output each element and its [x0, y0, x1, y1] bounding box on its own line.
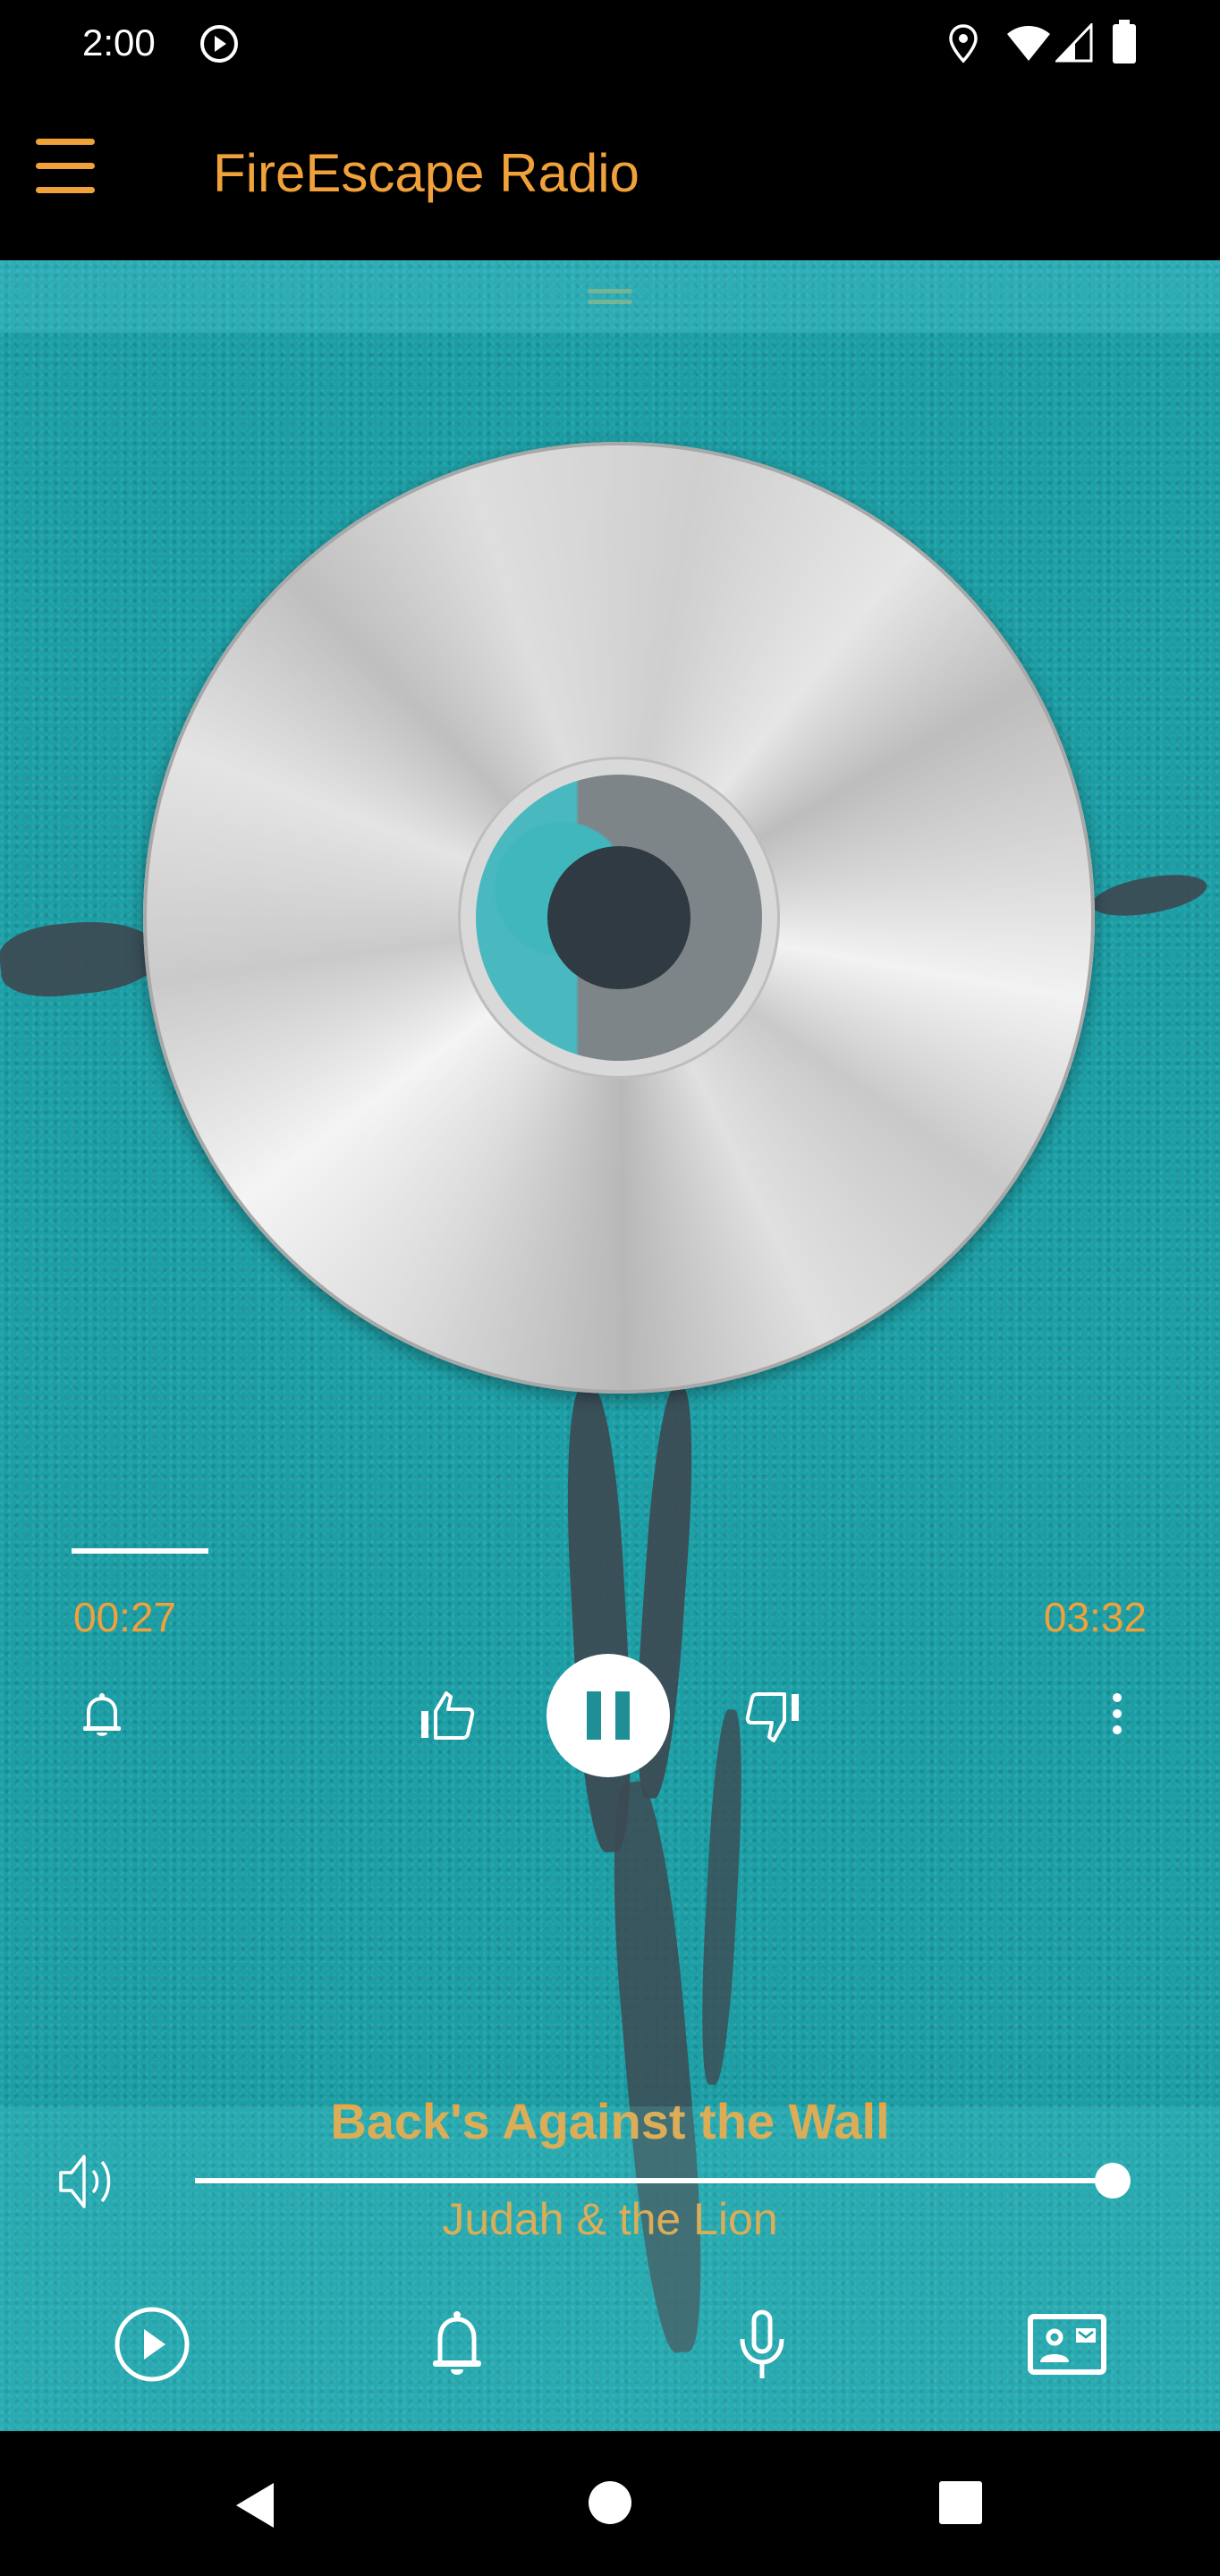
playback-progress-bar[interactable] — [72, 1548, 1148, 1554]
dislike-button[interactable] — [737, 1682, 809, 1754]
drag-handle-line — [588, 300, 632, 304]
bottom-nav-voice[interactable] — [721, 2303, 803, 2385]
home-icon[interactable] — [588, 2480, 632, 2525]
microphone-icon — [740, 2309, 784, 2378]
like-button[interactable] — [411, 1682, 483, 1747]
alarm-button[interactable] — [70, 1682, 134, 1747]
system-nav-bar — [0, 2431, 1220, 2576]
thumbs-up-icon — [421, 1691, 475, 1740]
battery-icon — [1113, 20, 1136, 64]
bottom-nav-contact[interactable] — [1026, 2303, 1108, 2385]
app-title: FireEscape Radio — [213, 143, 640, 203]
bottom-panel — [0, 2106, 1220, 2431]
drag-handle-strip[interactable] — [0, 260, 1220, 333]
elapsed-time: 00:27 — [73, 1594, 177, 1640]
overflow-menu-icon — [1113, 1693, 1122, 1734]
wall-stain — [1089, 868, 1210, 923]
pause-bar — [587, 1691, 601, 1740]
wall-stain — [0, 913, 165, 1003]
contact-card-icon — [1028, 2314, 1106, 2375]
cell-signal-icon — [1055, 23, 1093, 63]
wall-stain — [697, 1708, 747, 2086]
app-bar: FireEscape Radio — [0, 86, 1220, 260]
pause-icon — [580, 1691, 637, 1740]
volume-slider-thumb[interactable] — [1095, 2163, 1131, 2199]
album-art-cd — [143, 442, 1095, 1394]
pause-button[interactable] — [546, 1654, 670, 1777]
volume-icon[interactable] — [57, 2151, 122, 2212]
status-bar: 2:00 — [0, 0, 1220, 86]
volume-slider[interactable] — [195, 2163, 1131, 2199]
wifi-icon — [1007, 26, 1050, 61]
thumbs-down-icon — [745, 1692, 799, 1742]
player-background: 00:27 03:32 Back's Against the Wall Juda… — [0, 260, 1220, 2431]
status-time: 2:00 — [82, 21, 156, 64]
pause-bar — [615, 1691, 630, 1740]
bell-icon — [83, 1693, 121, 1736]
cd-center-ring — [458, 757, 780, 1079]
bottom-nav-play[interactable] — [111, 2303, 193, 2385]
recents-icon[interactable] — [939, 2481, 982, 2524]
media-play-notification-icon — [200, 25, 238, 63]
back-icon[interactable] — [233, 2481, 277, 2529]
drag-handle-line — [588, 289, 632, 293]
hamburger-menu-icon[interactable] — [34, 134, 97, 197]
cd-hole — [547, 846, 690, 989]
location-icon — [949, 24, 978, 64]
total-time: 03:32 — [1043, 1594, 1147, 1640]
bell-icon — [433, 2311, 481, 2375]
bottom-nav-alerts[interactable] — [416, 2303, 498, 2385]
playback-progress-fill — [72, 1548, 208, 1554]
cd-hub — [476, 775, 762, 1061]
play-circle-icon — [114, 2307, 190, 2382]
more-options-button[interactable] — [1091, 1678, 1143, 1750]
